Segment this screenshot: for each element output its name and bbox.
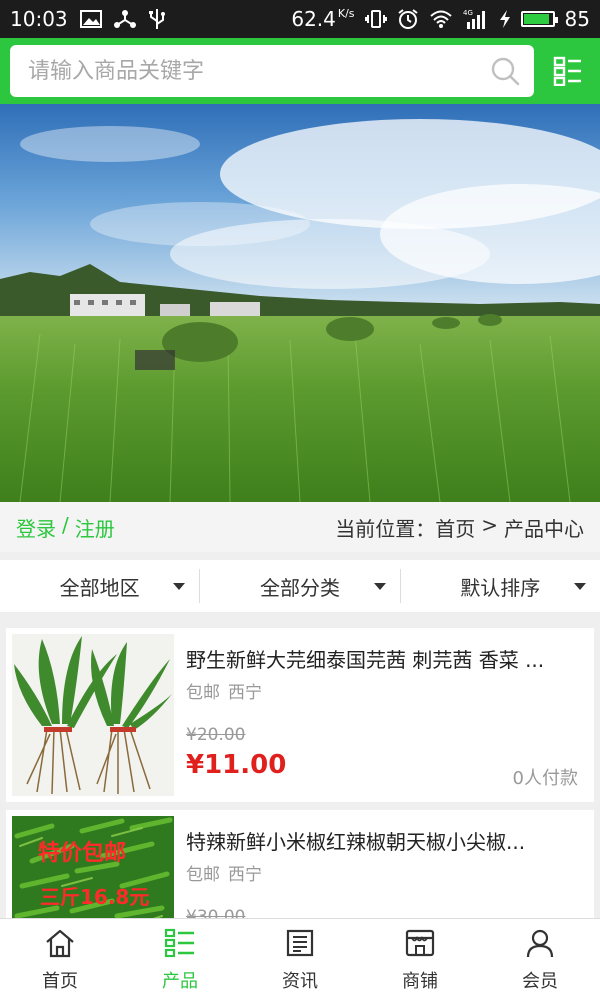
vibrate-icon xyxy=(364,9,387,29)
login-link[interactable]: 登录 xyxy=(16,513,56,542)
nav-news[interactable]: 资讯 xyxy=(240,919,360,1001)
product-card[interactable]: 特价包邮 三斤16.8元 特辣新鲜小米椒红辣椒朝天椒小尖椒... 包邮 西宁 ¥… xyxy=(6,810,594,918)
caret-down-icon xyxy=(573,583,586,590)
member-icon xyxy=(525,928,555,963)
category-menu-icon[interactable] xyxy=(548,45,588,97)
wifi-icon xyxy=(429,9,453,29)
nav-shop-label: 商铺 xyxy=(402,970,438,992)
network-speed-unit: K/s xyxy=(337,7,355,20)
network-speed: 62.4 xyxy=(291,7,336,31)
alarm-icon xyxy=(397,8,419,30)
breadcrumb-current: 产品中心 xyxy=(504,516,584,541)
4g-signal-icon: 4G xyxy=(463,8,489,30)
breadcrumb-row: 登录 / 注册 当前位置： 首页 > 产品中心 xyxy=(0,502,600,552)
nav-products-label: 产品 xyxy=(162,970,198,992)
login-register: 登录 / 注册 xyxy=(16,513,115,542)
usb-icon xyxy=(148,8,166,30)
product-meta: 包邮 西宁 xyxy=(186,860,262,885)
filter-sort[interactable]: 默认排序 xyxy=(401,569,600,603)
battery-icon xyxy=(520,11,558,27)
product-image-text-price: 三斤16.8元 xyxy=(40,885,149,909)
product-list: 野生新鲜大芫细泰国芫茜 刺芫茜 香菜 ... 包邮 西宁 ¥20.00 ¥11.… xyxy=(0,622,600,918)
product-price: ¥11.00 xyxy=(186,750,287,780)
breadcrumb-prefix: 当前位置： xyxy=(335,516,436,541)
breadcrumb-arrow: > xyxy=(481,512,498,537)
search-icon[interactable] xyxy=(490,56,520,90)
product-card[interactable]: 野生新鲜大芫细泰国芫茜 刺芫茜 香菜 ... 包邮 西宁 ¥20.00 ¥11.… xyxy=(6,628,594,802)
filter-category-label: 全部分类 xyxy=(259,575,340,600)
nav-news-label: 资讯 xyxy=(282,970,318,992)
news-icon xyxy=(285,928,315,963)
filter-bar: 全部地区 全部分类 默认排序 xyxy=(0,560,600,612)
nav-shop[interactable]: 商铺 xyxy=(360,919,480,1001)
product-image-text-promo: 特价包邮 xyxy=(38,840,126,866)
search-input[interactable] xyxy=(26,57,470,85)
product-location: 西宁 xyxy=(228,865,262,885)
nav-home[interactable]: 首页 xyxy=(0,919,120,1001)
filter-sort-label: 默认排序 xyxy=(460,575,541,600)
caret-down-icon xyxy=(173,583,186,590)
charging-icon xyxy=(499,9,511,29)
nav-member-label: 会员 xyxy=(522,970,558,992)
product-paid-count: 0人付款 xyxy=(512,768,578,789)
product-location: 西宁 xyxy=(228,683,262,703)
home-icon xyxy=(44,928,76,963)
breadcrumb-home[interactable]: 首页 xyxy=(435,513,475,542)
status-bar: 10:03 62.4 K/s 4G 85 xyxy=(0,0,600,38)
login-separator: / xyxy=(62,512,69,537)
shop-icon xyxy=(404,928,436,963)
nav-products[interactable]: 产品 xyxy=(120,919,240,1001)
product-image[interactable] xyxy=(12,634,174,796)
image-icon xyxy=(79,10,102,28)
product-title[interactable]: 野生新鲜大芫细泰国芫茜 刺芫茜 香菜 ... xyxy=(186,644,582,673)
svg-text:4G: 4G xyxy=(463,9,473,17)
caret-down-icon xyxy=(373,583,386,590)
product-title[interactable]: 特辣新鲜小米椒红辣椒朝天椒小尖椒... xyxy=(186,826,582,855)
register-link[interactable]: 注册 xyxy=(75,513,115,542)
nav-member[interactable]: 会员 xyxy=(480,919,600,1001)
banner-image[interactable] xyxy=(0,104,600,502)
product-shipping: 包邮 xyxy=(186,865,220,885)
breadcrumb: 当前位置： 首页 > 产品中心 xyxy=(335,513,584,542)
status-time: 10:03 xyxy=(10,7,68,31)
battery-level: 85 xyxy=(564,7,590,31)
search-header xyxy=(0,38,600,104)
product-shipping: 包邮 xyxy=(186,683,220,703)
product-meta: 包邮 西宁 xyxy=(186,678,262,703)
product-old-price: ¥20.00 xyxy=(186,725,246,745)
filter-region-label: 全部地区 xyxy=(59,575,140,600)
product-image[interactable]: 特价包邮 三斤16.8元 xyxy=(12,816,174,918)
nav-home-label: 首页 xyxy=(42,970,78,992)
product-old-price: ¥30.00 xyxy=(186,907,246,918)
bottom-nav: 首页 产品 资讯 商铺 会员 xyxy=(0,918,600,1001)
search-box[interactable] xyxy=(10,45,534,97)
filter-category[interactable]: 全部分类 xyxy=(200,569,401,603)
product-list-icon xyxy=(164,928,196,963)
usb-share-icon xyxy=(113,9,136,29)
filter-region[interactable]: 全部地区 xyxy=(0,569,201,603)
